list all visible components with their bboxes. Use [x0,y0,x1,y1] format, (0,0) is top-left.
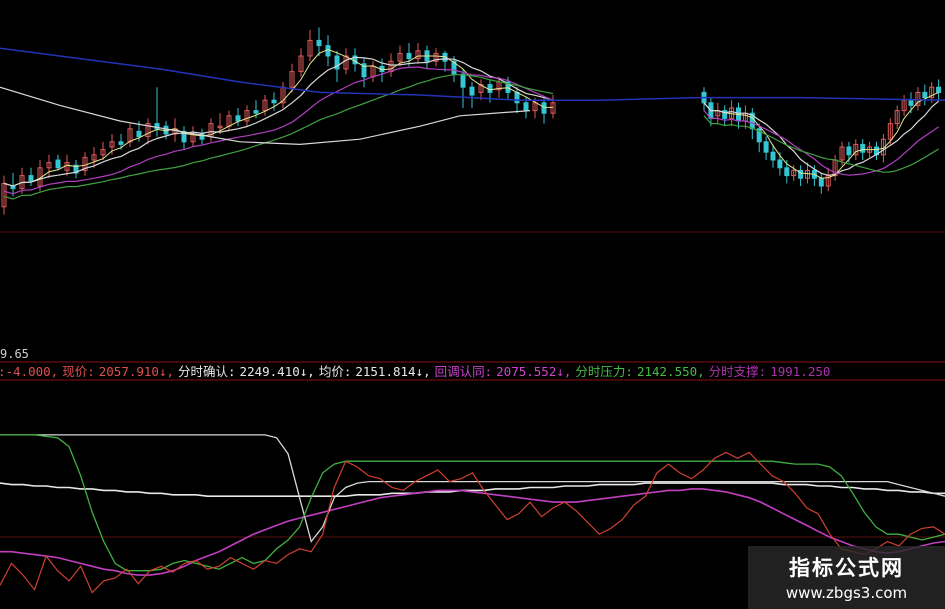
stock-chart: 9.65 :-4.000, 现价: 2057.910↓, 分时确认: 2249.410↓… [0,27,945,594]
stat-token: 2075.552↓, [496,364,571,379]
price-panel [0,27,945,233]
candle-body [523,102,529,112]
candle-body [777,159,783,169]
candle-body [922,91,928,99]
stat-token: 回调认同: [435,364,493,379]
candle-body [406,52,412,60]
stats-line: :-4.000, 现价: 2057.910↓, 分时确认: 2249.410↓, 均价: 2… [0,364,830,379]
candle-body [316,39,322,47]
candle-body [235,115,241,122]
candle-body [846,146,852,156]
stat-token: 均价: [319,364,352,379]
candle-body [763,141,769,153]
candle-body [818,177,824,187]
candle-body [469,86,475,96]
stat-token: 1991.250 [770,364,830,379]
watermark-title: 指标公式网 [789,556,904,580]
candle-body [55,159,61,169]
stat-token: 分时压力: [575,364,633,379]
candle-body [460,73,466,88]
candle-body [784,167,790,177]
stat-token: 分时支撑: [709,364,767,379]
candle-body [860,143,866,153]
candle-body [28,175,34,182]
stat-token: 2142.550, [637,364,705,379]
candle-body [908,99,914,106]
candle-body [253,110,259,114]
stat-token: 2057.910↓, [99,364,174,379]
ma-short-line [3,48,554,187]
watermark-url: www.zbgs3.com [785,584,908,602]
candle-body [514,91,520,104]
stat-token: 2249.410↓, [240,364,315,379]
indicator-white-slow-line [0,482,945,497]
candle-body [541,102,547,114]
candle-body [325,45,331,57]
ma-mid-line [3,56,554,187]
scale-label: 9.65 [0,347,29,361]
stat-token: 2151.814↓, [355,364,430,379]
ma-green-line [703,115,939,173]
watermark: 指标公式网 www.zbgs3.com [748,546,945,609]
candle-body [770,151,776,161]
candle-body [118,141,124,145]
indicator-white-step-line [0,434,945,543]
stat-token: :-4.000, [0,364,58,379]
stat-token: 现价: [62,364,95,379]
candle-body [271,99,277,104]
ma-purple-line [3,66,554,195]
candle-body [936,86,942,93]
candle-body [136,130,142,138]
stat-token: 分时确认: [178,364,236,379]
candle-body [487,84,493,93]
